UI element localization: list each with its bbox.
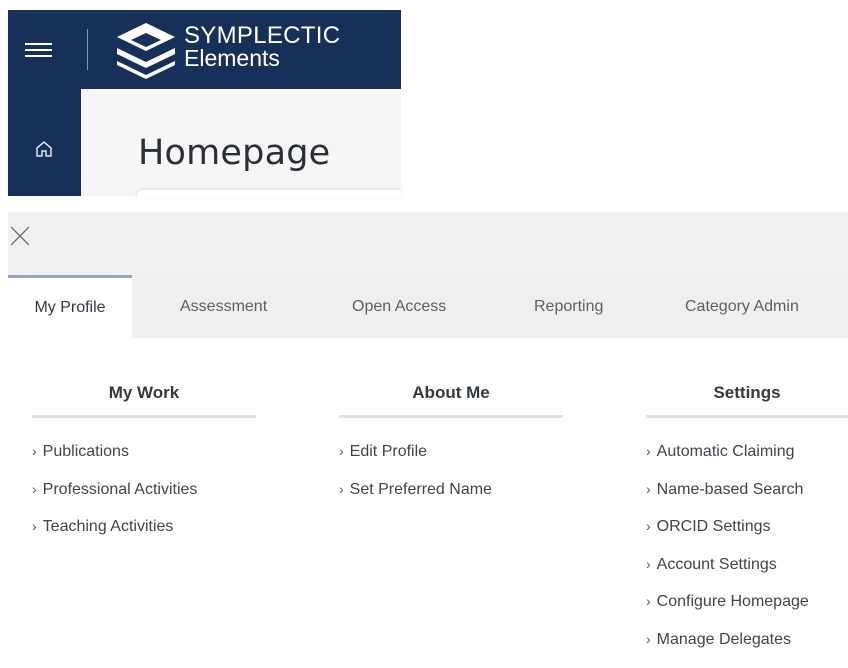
- hamburger-icon-line: [25, 55, 52, 57]
- chevron-right-icon: ›: [646, 556, 651, 572]
- menu-link-professional-activities[interactable]: › Professional Activities: [32, 481, 197, 519]
- top-app-bar: SYMPLECTIC Elements: [8, 10, 401, 89]
- menu-link-name-based-search[interactable]: › Name-based Search: [646, 481, 809, 519]
- menu-link-set-preferred-name[interactable]: › Set Preferred Name: [339, 481, 492, 519]
- chevron-right-icon: ›: [339, 481, 344, 497]
- content-card-edge: [137, 190, 401, 198]
- menu-link-teaching-activities[interactable]: › Teaching Activities: [32, 518, 197, 556]
- column-link-list: › Automatic Claiming › Name-based Search ›…: [646, 443, 809, 668]
- menu-link-label: Automatic Claiming: [657, 443, 795, 460]
- hamburger-icon-line: [25, 43, 52, 45]
- topbar-divider: [87, 29, 88, 70]
- chevron-right-icon: ›: [646, 518, 651, 534]
- column-divider: [646, 415, 848, 418]
- menu-link-label: Professional Activities: [43, 481, 198, 498]
- menu-link-label: ORCID Settings: [657, 518, 771, 535]
- menu-link-orcid-settings[interactable]: › ORCID Settings: [646, 518, 809, 556]
- close-icon[interactable]: [8, 224, 32, 248]
- hamburger-icon-line: [25, 49, 52, 51]
- brand-wordmark: SYMPLECTIC Elements: [184, 24, 340, 70]
- menu-link-label: Account Settings: [657, 556, 777, 573]
- hamburger-menu-button[interactable]: [8, 10, 88, 89]
- menu-tabs: My Profile Assessment Open Access Report…: [8, 275, 848, 338]
- tab-category-admin[interactable]: Category Admin: [685, 275, 799, 338]
- navigation-menu-panel: My Profile Assessment Open Access Report…: [8, 212, 848, 647]
- menu-link-publications[interactable]: › Publications: [32, 443, 197, 481]
- chevron-right-icon: ›: [32, 443, 37, 459]
- column-title: About Me: [339, 383, 563, 403]
- chevron-right-icon: ›: [646, 631, 651, 647]
- tab-open-access[interactable]: Open Access: [352, 275, 446, 338]
- chevron-right-icon: ›: [32, 481, 37, 497]
- chevron-right-icon: ›: [646, 443, 651, 459]
- chevron-right-icon: ›: [32, 518, 37, 534]
- menu-close-bar: [8, 212, 848, 275]
- column-divider: [32, 415, 256, 418]
- tab-my-profile[interactable]: My Profile: [8, 275, 132, 338]
- menu-link-label: Set Preferred Name: [350, 481, 492, 498]
- brand-product: Elements: [184, 47, 340, 70]
- menu-link-label: Manage Delegates: [657, 631, 791, 648]
- chevron-right-icon: ›: [339, 443, 344, 459]
- menu-link-label: Configure Homepage: [657, 593, 809, 610]
- menu-link-label: Publications: [43, 443, 129, 460]
- column-title: Settings: [646, 383, 848, 403]
- chevron-right-icon: ›: [646, 593, 651, 609]
- brand-name: SYMPLECTIC: [184, 24, 340, 47]
- menu-link-edit-profile[interactable]: › Edit Profile: [339, 443, 492, 481]
- tab-reporting[interactable]: Reporting: [534, 275, 603, 338]
- menu-link-label: Edit Profile: [350, 443, 427, 460]
- menu-link-automatic-claiming[interactable]: › Automatic Claiming: [646, 443, 809, 481]
- chevron-right-icon: ›: [646, 481, 651, 497]
- sidebar-home-button[interactable]: [8, 89, 81, 196]
- column-link-list: › Edit Profile › Set Preferred Name: [339, 443, 492, 518]
- column-link-list: › Publications › Professional Activities ›…: [32, 443, 197, 556]
- home-icon: [35, 140, 53, 158]
- page-title: Homepage: [138, 133, 330, 173]
- tab-assessment[interactable]: Assessment: [180, 275, 267, 338]
- symplectic-logo-icon: [115, 21, 177, 79]
- column-divider: [339, 415, 563, 418]
- menu-link-label: Teaching Activities: [43, 518, 174, 535]
- menu-link-label: Name-based Search: [657, 481, 804, 498]
- menu-link-account-settings[interactable]: › Account Settings: [646, 556, 809, 594]
- menu-link-manage-delegates[interactable]: › Manage Delegates: [646, 631, 809, 668]
- menu-link-configure-homepage[interactable]: › Configure Homepage: [646, 593, 809, 631]
- page-header-area: Homepage: [81, 89, 401, 196]
- column-title: My Work: [32, 383, 256, 403]
